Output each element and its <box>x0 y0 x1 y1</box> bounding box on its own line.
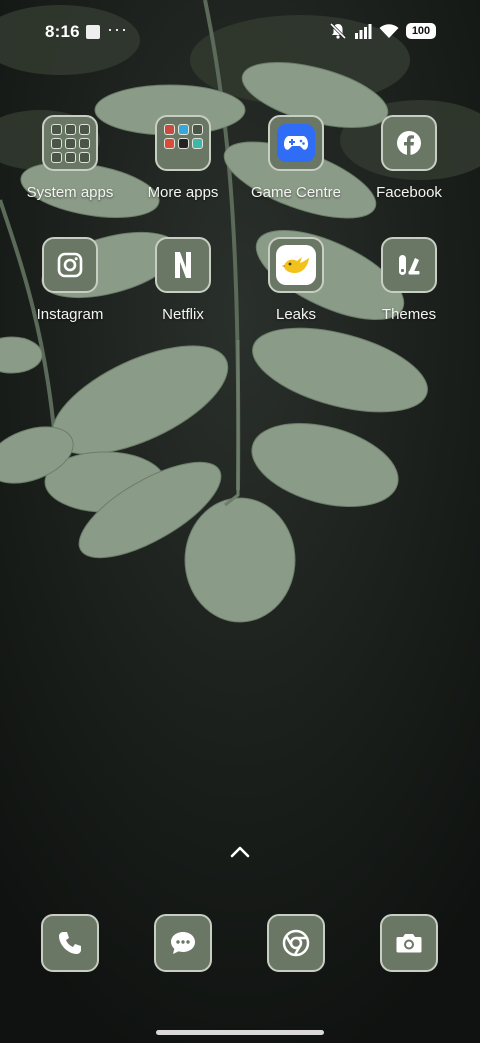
wifi-icon <box>379 24 399 38</box>
phone-icon <box>59 932 81 954</box>
gamepad-icon <box>268 115 324 171</box>
dock-chrome[interactable] <box>267 914 325 972</box>
dock-phone[interactable] <box>41 914 99 972</box>
status-time: 8:16 <box>45 22 80 41</box>
bird-icon <box>268 237 324 293</box>
app-label: Instagram <box>36 306 104 323</box>
folder-icon <box>42 115 98 171</box>
dock-messages[interactable] <box>154 914 212 972</box>
instagram-icon <box>42 237 98 293</box>
facebook-icon <box>381 115 437 171</box>
folder-icon <box>155 115 211 171</box>
app-label: Leaks <box>275 306 317 323</box>
more-notifications-indicator: ··· <box>107 19 128 39</box>
app-instagram[interactable]: Instagram <box>15 237 125 323</box>
app-label: Netflix <box>162 306 204 323</box>
silent-icon <box>329 22 347 40</box>
app-game-centre[interactable]: Game Centre <box>241 115 351 201</box>
app-more-apps[interactable]: More apps <box>128 115 238 201</box>
app-system-apps[interactable]: System apps <box>15 115 125 201</box>
home-indicator[interactable] <box>156 1030 324 1035</box>
app-label: System apps <box>26 184 114 201</box>
chrome-icon <box>282 929 310 957</box>
app-label: Themes <box>381 306 437 323</box>
camera-icon <box>396 934 422 953</box>
themes-icon <box>381 237 437 293</box>
netflix-icon <box>155 237 211 293</box>
battery-icon: 100 <box>406 23 436 39</box>
signal-icon <box>355 24 372 39</box>
status-icons: 100 <box>329 22 436 40</box>
dock-camera[interactable] <box>380 914 438 972</box>
app-label: Game Centre <box>250 184 342 201</box>
chevron-up-icon[interactable] <box>229 842 251 860</box>
notification-square-icon <box>86 25 100 39</box>
app-netflix[interactable]: Netflix <box>128 237 238 323</box>
app-label: More apps <box>147 184 219 201</box>
app-label: Facebook <box>376 184 442 201</box>
app-themes[interactable]: Themes <box>354 237 464 323</box>
app-facebook[interactable]: Facebook <box>354 115 464 201</box>
status-bar: 8:16 ··· 100 <box>0 0 480 64</box>
messages-icon <box>171 932 195 954</box>
app-leaks[interactable]: Leaks <box>241 237 351 323</box>
